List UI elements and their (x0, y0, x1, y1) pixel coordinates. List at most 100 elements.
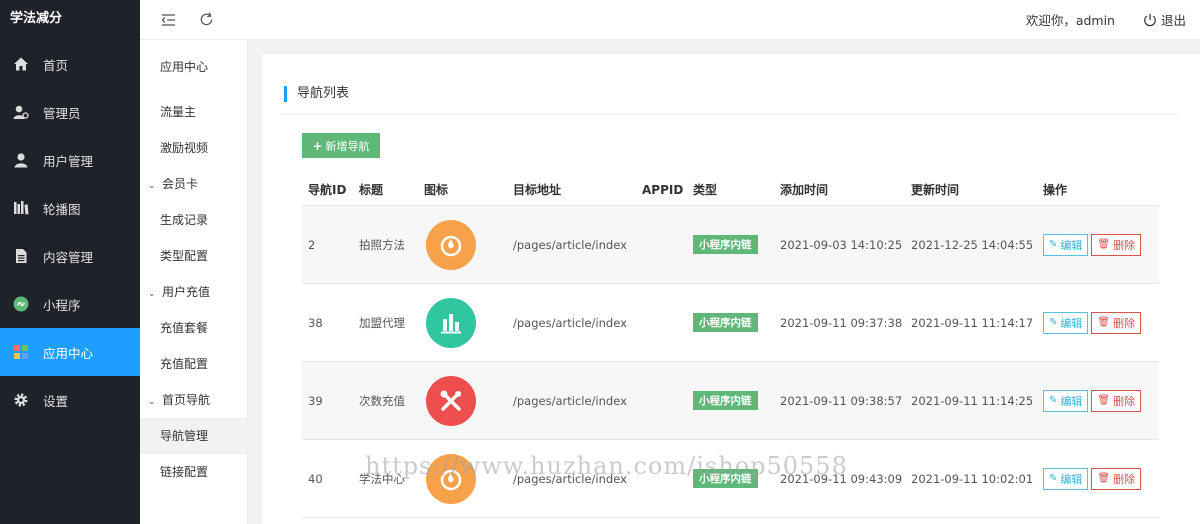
logout-label: 退出 (1160, 13, 1186, 28)
collapse-menu-icon[interactable] (158, 10, 178, 30)
sidebar-item-users[interactable]: 用户管理 (0, 136, 140, 184)
cell-added: 2021-09-11 09:37:38 (780, 315, 903, 330)
cell-ops: ✎ 编辑 🗑 删除 (1037, 467, 1159, 490)
subnav-item-video[interactable]: 激励视频 (140, 130, 247, 166)
app-root: 学法减分 首页 管理员 用户管理 轮播图 内容管理 小程序 应用中心 设置 欢迎… (0, 0, 1200, 524)
sidebar-item-app-center[interactable]: 应用中心 (0, 328, 140, 376)
sidebar-item-content[interactable]: 内容管理 (0, 232, 140, 280)
edit-button[interactable]: ✎ 编辑 (1043, 467, 1089, 490)
sidebar-item-label: 应用中心 (43, 345, 94, 361)
col-header-ops: 操作 (1043, 183, 1068, 197)
cell-id: 2 (308, 237, 316, 252)
app-grid-icon (12, 343, 30, 361)
subnav-group-label: 用户充值 (162, 285, 211, 299)
subnav-item-nav-manage[interactable]: 导航管理 (140, 418, 247, 454)
type-badge: 小程序内链 (693, 313, 758, 332)
subnav-header[interactable]: 应用中心 (140, 40, 247, 94)
sidebar-item-label: 小程序 (43, 297, 81, 313)
add-nav-button[interactable]: + 新增导航 (302, 133, 380, 158)
home-icon (12, 55, 30, 73)
tools-icon (426, 375, 476, 426)
sub-navigation: 应用中心 流量主 激励视频 ⌄ 会员卡 生成记录 类型配置 ⌄ 用户充值 充值套餐 … (140, 40, 248, 524)
sidebar-item-carousel[interactable]: 轮播图 (0, 184, 140, 232)
cell-ops: ✎ 编辑 🗑 删除 (1037, 311, 1159, 334)
sidebar-item-admin[interactable]: 管理员 (0, 88, 140, 136)
bar-chart-icon (426, 297, 476, 348)
app-logo: 学法减分 (0, 0, 140, 40)
cell-type: 小程序内链 (687, 313, 774, 332)
edit-label: 编辑 (1060, 238, 1083, 252)
cell-id: 38 (308, 315, 323, 330)
edit-button[interactable]: ✎ 编辑 (1043, 233, 1089, 256)
col-header-type: 类型 (693, 183, 718, 197)
chevron-down-icon: ⌄ (148, 181, 156, 191)
cell-icon (418, 375, 507, 426)
delete-button[interactable]: 🗑 删除 (1091, 467, 1142, 490)
power-icon (1144, 13, 1156, 26)
cell-url: /pages/article/index (513, 471, 627, 486)
sidebar-item-miniprogram[interactable]: 小程序 (0, 280, 140, 328)
edit-button[interactable]: ✎ 编辑 (1043, 389, 1089, 412)
carousel-icon (12, 199, 30, 217)
cell-updated: 2021-09-11 10:02:01 (911, 471, 1034, 486)
nav-table: 导航ID 标题 图标 目标地址 APPID 类型 添加时间 更新时间 操作 2 … (302, 174, 1159, 518)
table-header: 导航ID 标题 图标 目标地址 APPID 类型 添加时间 更新时间 操作 (302, 174, 1159, 206)
user-icon (12, 151, 30, 169)
add-nav-label: 新增导航 (325, 139, 370, 153)
document-icon (12, 247, 30, 265)
subnav-item-type-config[interactable]: 类型配置 (140, 238, 247, 274)
cell-icon (418, 219, 507, 270)
delete-label: 删除 (1113, 238, 1136, 252)
sidebar-item-label: 设置 (43, 393, 69, 409)
sidebar-item-settings[interactable]: 设置 (0, 376, 140, 424)
cell-url: /pages/article/index (513, 237, 627, 252)
subnav-group-member-card[interactable]: ⌄ 会员卡 (140, 166, 247, 202)
col-header-url: 目标地址 (513, 183, 562, 197)
table-row: 40 学法中心 /pages/article/index 小程序内链 2021-… (302, 440, 1159, 518)
table-row: 38 加盟代理 /pages/article/index 小程序内链 2021-… (302, 284, 1159, 362)
chevron-down-icon: ⌄ (148, 289, 156, 299)
delete-button[interactable]: 🗑 删除 (1091, 389, 1142, 412)
main-panel: 导航列表 + 新增导航 导航ID 标题 图标 目标地址 APPID 类型 添加时间… (262, 54, 1200, 524)
top-bar-right: 欢迎你，admin 退出 (1026, 10, 1200, 29)
cell-title: 学法中心 (359, 471, 405, 486)
miniprogram-icon (12, 295, 30, 313)
subnav-group-home-nav[interactable]: ⌄ 首页导航 (140, 382, 247, 418)
subnav-item-traffic[interactable]: 流量主 (140, 94, 247, 130)
edit-button[interactable]: ✎ 编辑 (1043, 311, 1089, 334)
delete-button[interactable]: 🗑 删除 (1091, 233, 1142, 256)
cell-updated: 2021-12-25 14:04:55 (911, 237, 1034, 252)
sidebar: 学法减分 首页 管理员 用户管理 轮播图 内容管理 小程序 应用中心 设置 (0, 0, 140, 524)
subnav-item-link-config[interactable]: 链接配置 (140, 454, 247, 490)
delete-button[interactable]: 🗑 删除 (1091, 311, 1142, 334)
trash-icon: 🗑 (1097, 317, 1111, 328)
trash-icon: 🗑 (1097, 473, 1111, 484)
top-bar: 欢迎你，admin 退出 (140, 0, 1200, 40)
subnav-item-recharge-pkg[interactable]: 充值套餐 (140, 310, 247, 346)
cell-title: 拍照方法 (359, 237, 405, 252)
page-title: 导航列表 (284, 86, 349, 102)
table-row: 2 拍照方法 /pages/article/index 小程序内链 2021-0… (302, 206, 1159, 284)
delete-label: 删除 (1113, 472, 1136, 486)
refresh-icon[interactable] (196, 10, 216, 30)
sidebar-item-label: 首页 (43, 57, 69, 73)
chevron-down-icon: ⌄ (148, 397, 156, 407)
edit-label: 编辑 (1060, 394, 1083, 408)
cell-title: 次数充值 (359, 393, 405, 408)
pencil-icon: ✎ (1049, 317, 1058, 328)
admin-icon (12, 103, 30, 121)
subnav-item-recharge-config[interactable]: 充值配置 (140, 346, 247, 382)
cell-icon (418, 453, 507, 504)
logout-button[interactable]: 退出 (1143, 10, 1186, 29)
delete-label: 删除 (1113, 394, 1136, 408)
col-header-updated: 更新时间 (911, 183, 960, 197)
type-badge: 小程序内链 (693, 235, 758, 254)
edit-label: 编辑 (1060, 472, 1083, 486)
sidebar-item-home[interactable]: 首页 (0, 40, 140, 88)
subnav-group-user-recharge[interactable]: ⌄ 用户充值 (140, 274, 247, 310)
col-header-icon: 图标 (424, 183, 449, 197)
subnav-item-gen-records[interactable]: 生成记录 (140, 202, 247, 238)
col-header-title: 标题 (359, 183, 384, 197)
edit-label: 编辑 (1060, 316, 1083, 330)
type-badge: 小程序内链 (693, 469, 758, 488)
